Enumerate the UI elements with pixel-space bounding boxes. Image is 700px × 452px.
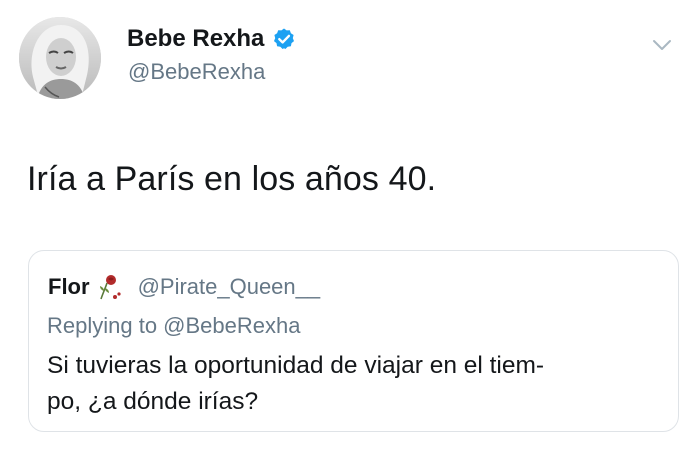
profile-avatar[interactable] [19, 17, 101, 99]
author-display-name[interactable]: Bebe Rexha [127, 25, 264, 53]
quoted-author-name: Flor [48, 274, 90, 299]
quoted-text-line: po, ¿a dónde irías? [47, 388, 259, 415]
quoted-tweet-header: Flor @Pirate_Queen__ [48, 273, 320, 301]
avatar-image [19, 17, 101, 99]
replying-to-label: Replying to @BebeRexha [47, 313, 301, 338]
verified-badge-icon [272, 27, 296, 51]
quoted-tweet-text: Si tuvieras la oportunidad de viajar en … [47, 348, 662, 420]
chevron-down-icon[interactable] [651, 37, 673, 53]
author-handle[interactable]: @BebeRexha [128, 59, 265, 85]
quoted-author-handle: @Pirate_Queen__ [137, 274, 321, 299]
quoted-tweet[interactable]: Flor @Pirate_Queen__ Replying to @BebeRe… [28, 250, 679, 432]
wilted-rose-icon [98, 273, 124, 301]
tweet-text: Iría a París en los años 40. [27, 160, 437, 198]
author-name-row[interactable]: Bebe Rexha [127, 25, 296, 53]
quoted-text-line: Si tuvieras la oportunidad de viajar en … [47, 352, 545, 379]
